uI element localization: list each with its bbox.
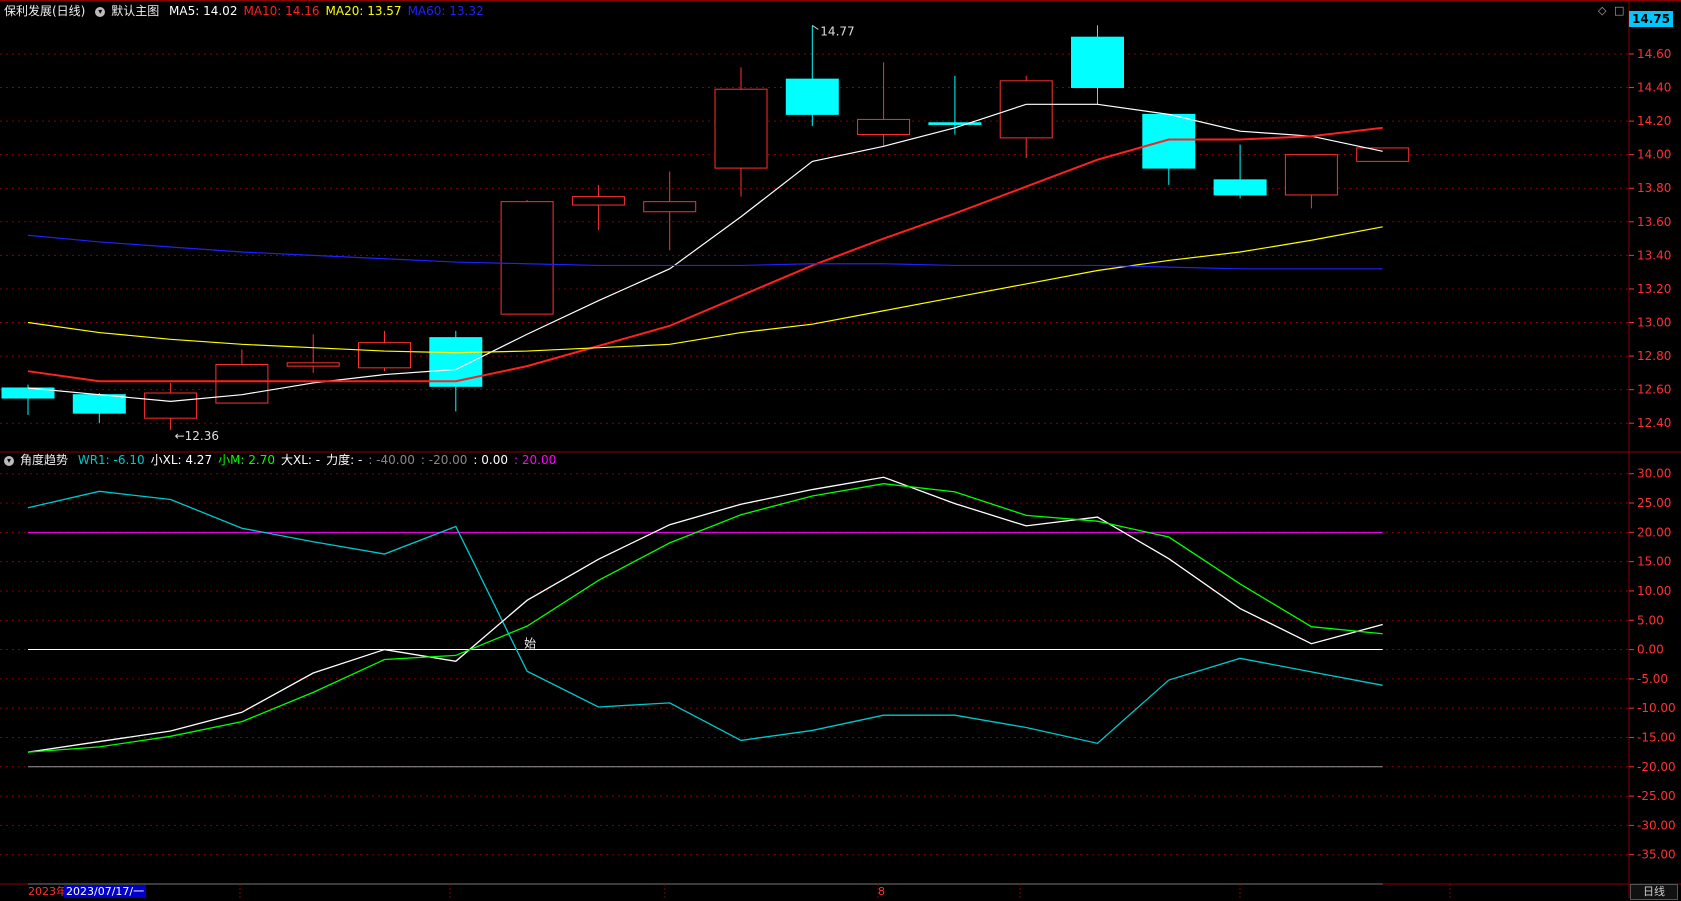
sub-indicator-4: 力度: - xyxy=(326,453,363,467)
high-marker-label: 14.77 xyxy=(820,24,854,38)
ma-line-ma60 xyxy=(27,234,1383,270)
start-marker: 始 xyxy=(524,637,536,651)
price-tick-label: 12.60 xyxy=(1637,383,1671,397)
indicator-line-小XL xyxy=(27,476,1383,753)
candle-body xyxy=(500,201,554,315)
main-title[interactable]: 保利发展(日线) xyxy=(4,4,85,18)
dropdown-icon[interactable]: ▾ xyxy=(95,6,106,17)
candle-body xyxy=(1356,147,1410,162)
candle-body xyxy=(857,118,911,136)
price-tick-label: 13.00 xyxy=(1637,316,1671,330)
price-tick-label: 14.20 xyxy=(1637,114,1671,128)
chart-svg[interactable]: 12.40 12.60 12.80 13.00 13.20 13.40 13.60 13.80… xyxy=(0,0,1681,898)
indicator-tick-label: 0.00 xyxy=(1637,643,1664,657)
main-indicator-3: MA60: 13.32 xyxy=(407,4,484,18)
main-indicator-2: MA20: 13.57 xyxy=(325,4,402,18)
sub-indicator-6: : -20.00 xyxy=(420,453,468,467)
candle-body xyxy=(999,80,1053,139)
indicator-tick-label: -15.00 xyxy=(1637,730,1676,744)
sub-indicator-5: : -40.00 xyxy=(368,453,415,467)
current-price-tag: 14.75 xyxy=(1629,11,1673,27)
price-tick-label: 13.40 xyxy=(1637,248,1671,262)
candle-body xyxy=(1284,154,1338,196)
candle-body xyxy=(714,88,768,169)
chart-stage: 12.40 12.60 12.80 13.00 13.20 13.40 13.60 13.80… xyxy=(0,0,1681,900)
price-tick-label: 12.40 xyxy=(1637,416,1671,430)
candle-body xyxy=(429,337,483,387)
sub-indicator-3: 大XL: - xyxy=(281,453,321,467)
sub-indicator-2: 小M: 2.70 xyxy=(218,453,276,467)
selected-date: 2023/07/17/一 xyxy=(64,885,147,898)
candle-body xyxy=(785,78,839,115)
diamond-icon[interactable]: ◇ xyxy=(1598,4,1606,17)
price-tick-label: 13.60 xyxy=(1637,215,1671,229)
main-panel-header: 保利发展(日线) ▾ 默认主图 MA5: 14.02 MA10: 14.16 MA20… xyxy=(4,2,496,20)
ma-line-ma20 xyxy=(27,226,1383,354)
main-indicator-1: MA10: 14.16 xyxy=(243,4,320,18)
dropdown-icon[interactable]: ▾ xyxy=(4,455,14,466)
indicator-tick-label: 30.00 xyxy=(1637,467,1671,481)
price-tick-label: 12.80 xyxy=(1637,349,1671,363)
main-indicator-0: MA5: 14.02 xyxy=(169,4,238,18)
main-indicator-list: MA5: 14.02 MA10: 14.16 MA20: 13.57 MA60: 13… xyxy=(169,4,490,18)
high-marker-arrow xyxy=(812,25,819,30)
price-tick-label: 14.40 xyxy=(1637,81,1671,95)
indicator-tick-label: 5.00 xyxy=(1637,613,1664,627)
candle-body xyxy=(215,363,269,404)
square-icon[interactable]: □ xyxy=(1614,4,1624,17)
price-tick-label: 14.00 xyxy=(1637,148,1671,162)
sub-indicator-7: : 0.00 xyxy=(473,453,508,467)
low-marker-label: ←12.36 xyxy=(175,429,219,443)
indicator-tick-label: -10.00 xyxy=(1637,701,1676,715)
candle-body xyxy=(928,122,982,125)
indicator-tick-label: -30.00 xyxy=(1637,818,1676,832)
indicator-tick-label: 15.00 xyxy=(1637,555,1671,569)
sub-indicator-8: : 20.00 xyxy=(514,453,557,467)
candle-body xyxy=(72,394,126,414)
sub-indicator-1: 小XL: 4.27 xyxy=(150,453,213,467)
sub-panel-header: ▾ 角度趋势 WR1: -6.10 小XL: 4.27 小M: 2.70 大XL: - 力… xyxy=(4,451,568,469)
month-marker: 8 xyxy=(878,885,885,898)
year-label: 2023年 xyxy=(28,885,67,898)
indicator-tick-label: -35.00 xyxy=(1637,848,1676,862)
indicator-tick-label: 25.00 xyxy=(1637,496,1671,510)
candle-body xyxy=(1071,36,1124,89)
sub-indicator-0: WR1: -6.10 xyxy=(77,453,145,467)
sub-indicator-list: WR1: -6.10 小XL: 4.27 小M: 2.70 大XL: - 力度: - : … xyxy=(78,453,562,467)
candle-body xyxy=(358,342,411,369)
candle-body xyxy=(1142,113,1196,169)
indicator-tick-label: 20.00 xyxy=(1637,525,1671,539)
indicator-tick-label: -5.00 xyxy=(1637,672,1668,686)
price-tick-label: 13.20 xyxy=(1637,282,1671,296)
indicator-tick-label: 10.00 xyxy=(1637,584,1671,598)
template-label[interactable]: 默认主图 xyxy=(111,4,159,18)
candle-body xyxy=(571,196,625,206)
indicator-tick-label: -20.00 xyxy=(1637,760,1676,774)
sub-title[interactable]: 角度趋势 xyxy=(20,453,68,467)
candle-body xyxy=(286,362,340,367)
price-tick-label: 13.80 xyxy=(1637,181,1671,195)
candle-body xyxy=(1213,179,1267,196)
candle-body xyxy=(643,201,697,213)
price-tick-label: 14.60 xyxy=(1637,47,1671,61)
indicator-tick-label: -25.00 xyxy=(1637,789,1676,803)
candles-group xyxy=(1,25,1410,430)
candle-body xyxy=(144,392,198,419)
